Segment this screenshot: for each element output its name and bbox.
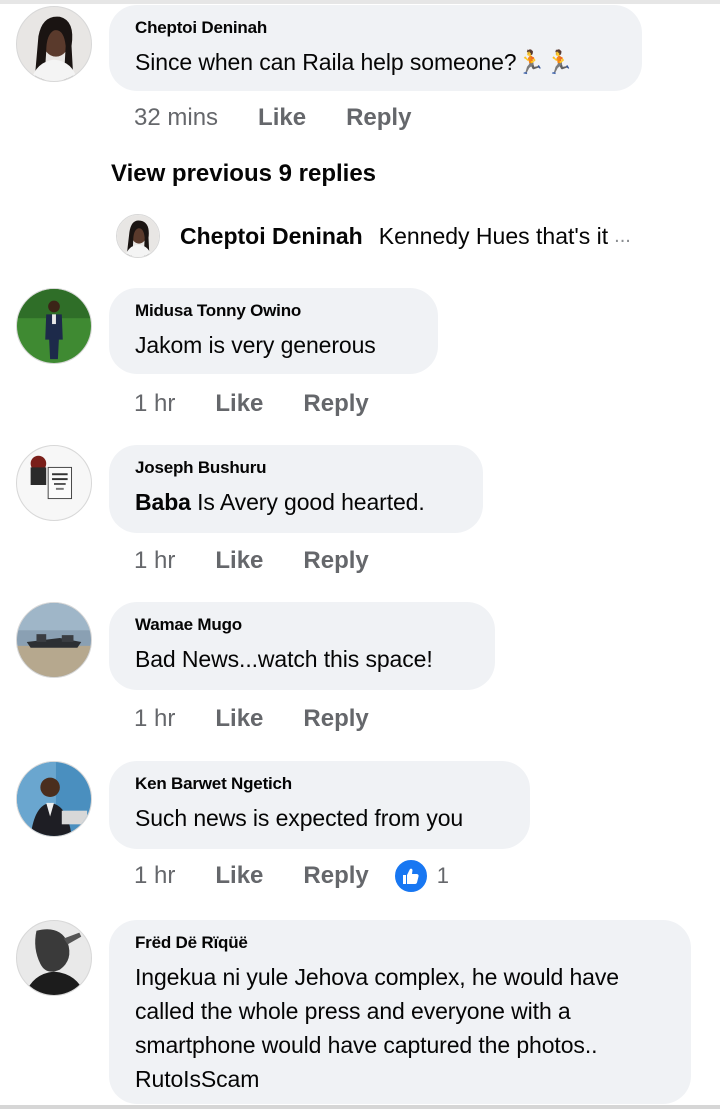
reply-button[interactable]: Reply [303,862,368,890]
avatar[interactable] [116,214,160,258]
comment-text-line: Ingekua ni yule Jehova complex, he would… [135,964,619,990]
like-button[interactable]: Like [215,547,263,575]
comment-text: Ingekua ni yule Jehova complex, he would… [135,960,665,1096]
like-button[interactable]: Like [215,862,263,890]
reply-button[interactable]: Reply [303,705,368,733]
comment-text: Baba Is Avery good hearted. [135,485,457,519]
avatar[interactable] [16,288,92,364]
avatar[interactable] [16,6,92,82]
comment-actions: 1 hr Like Reply [134,390,369,418]
bottom-divider [0,1105,720,1109]
top-divider [0,0,720,4]
comment-text: Such news is expected from you [135,805,464,831]
comment-author[interactable]: Joseph Bushuru [135,458,457,478]
comment-text-body: Is Avery good hearted. [190,489,425,515]
comment-bubble: Frëd Dë Rïqüë Ingekua ni yule Jehova com… [109,920,691,1104]
comment-author[interactable]: Frëd Dë Rïqüë [135,933,665,953]
comment-author[interactable]: Midusa Tonny Owino [135,301,412,321]
comment-text-line: RutoIsScam [135,1066,260,1092]
avatar[interactable] [16,761,92,837]
avatar-photo [17,921,91,995]
comment-author[interactable]: Ken Barwet Ngetich [135,774,504,794]
like-button[interactable]: Like [215,390,263,418]
reply-button[interactable]: Reply [303,547,368,575]
avatar-photo [117,215,159,257]
avatar[interactable] [16,445,92,521]
avatar-photo [17,289,91,363]
comment-bubble: Midusa Tonny Owino Jakom is very generou… [109,288,438,374]
comment-bubble: Cheptoi Deninah Since when can Raila hel… [109,5,642,91]
comment-text: Jakom is very generous [135,332,376,358]
comment-text-line: called the whole press and everyone with… [135,998,571,1024]
comment-actions: 32 mins Like Reply [134,104,411,132]
reaction-summary[interactable]: 1 [392,858,449,894]
comment-text-bold: Baba [135,489,191,515]
comment-author[interactable]: Cheptoi Deninah [135,18,616,38]
comment-author[interactable]: Wamae Mugo [135,615,469,635]
comment-actions: 1 hr Like Reply 1 [134,858,449,894]
comment-text: Bad News...watch this space! [135,646,433,672]
comment-actions: 1 hr Like Reply [134,705,369,733]
avatar[interactable] [16,920,92,996]
comment-bubble: Joseph Bushuru Baba Is Avery good hearte… [109,445,483,533]
avatar-photo [17,762,91,836]
reply-preview-ellipsis: ... [614,224,631,247]
avatar-photo [17,603,91,677]
comment-bubble: Ken Barwet Ngetich Such news is expected… [109,761,530,849]
avatar-photo [17,7,91,81]
comment-time[interactable]: 1 hr [134,390,175,418]
comment-time[interactable]: 1 hr [134,547,175,575]
like-button[interactable]: Like [215,705,263,733]
avatar-photo [17,446,91,520]
reply-preview[interactable]: Cheptoi Deninah Kennedy Hues that's it .… [116,214,676,258]
comment-text-body: Since when can Raila help someone? [135,49,517,75]
reply-preview-author[interactable]: Cheptoi Deninah [180,223,363,250]
reply-preview-text: Kennedy Hues that's it [378,222,609,249]
reply-button[interactable]: Reply [346,104,411,132]
comment-actions: 1 hr Like Reply [134,547,369,575]
reply-button[interactable]: Reply [303,390,368,418]
reaction-count: 1 [436,863,449,888]
runner-emoji-icon: 🏃🏃 [516,49,574,75]
view-previous-replies-link[interactable]: View previous 9 replies [111,160,376,188]
comment-time[interactable]: 32 mins [134,104,218,132]
comment-text-line: smartphone would have captured the photo… [135,1032,598,1058]
thumbs-up-icon [392,858,429,894]
like-button[interactable]: Like [258,104,306,132]
comment-time[interactable]: 1 hr [134,862,175,890]
avatar[interactable] [16,602,92,678]
comment-text: Since when can Raila help someone?🏃🏃 [135,45,616,79]
comment-bubble: Wamae Mugo Bad News...watch this space! [109,602,495,690]
comment-time[interactable]: 1 hr [134,705,175,733]
